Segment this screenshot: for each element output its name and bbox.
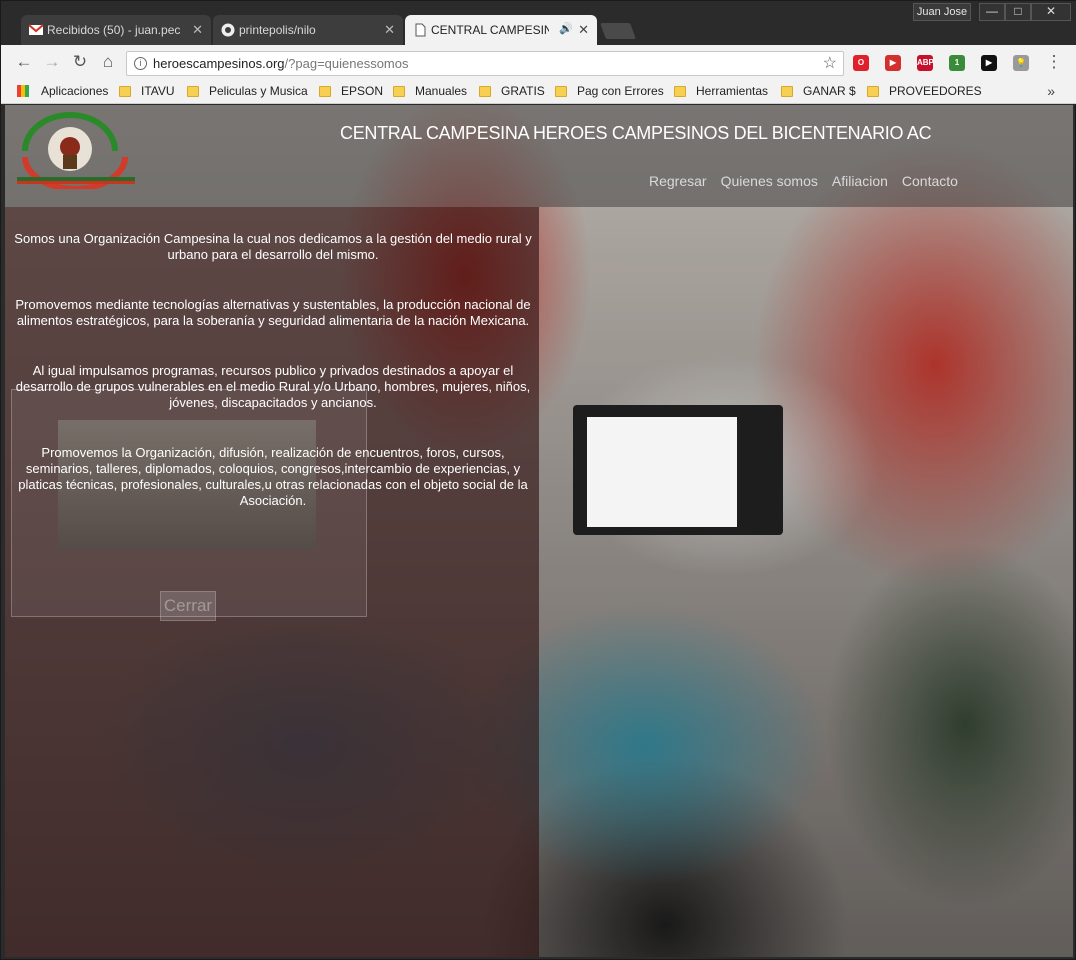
bookmark-gratis[interactable]: GRATIS [479,84,545,98]
bookmark-proveedores[interactable]: PROVEEDORES [867,84,982,98]
nav-quienes-somos[interactable]: Quienes somos [721,173,818,189]
bookmark-peliculas[interactable]: Peliculas y Musica [187,84,308,98]
about-paragraph-3: Al igual impulsamos programas, recursos … [15,363,531,410]
folder-icon [187,85,199,97]
browser-window: Recibidos (50) - juan.pec ✕ printepolis/… [0,0,1076,960]
github-icon [221,23,235,37]
opera-icon[interactable]: O [853,55,869,71]
folder-icon [867,85,879,97]
bookmark-manuales[interactable]: Manuales [393,84,467,98]
bookmark-herramientas[interactable]: Herramientas [674,84,768,98]
gmail-icon [29,24,43,35]
browser-toolbar: ← → ↻ ⌂ i heroescampesinos.org/?pag=quie… [1,45,1076,81]
tab-label: printepolis/nilo [239,23,316,37]
monitor-photo-detail [573,405,783,535]
bookmark-epson[interactable]: EPSON [319,84,383,98]
folder-icon [674,85,686,97]
reload-button[interactable]: ↻ [69,51,91,73]
bulb-icon[interactable]: 💡 [1013,55,1029,71]
tab-github[interactable]: printepolis/nilo ✕ [213,15,403,45]
bookmark-aplicaciones[interactable]: Aplicaciones [17,84,108,98]
more-bookmarks-icon[interactable]: » [1047,83,1055,99]
tab-central-campesina[interactable]: CENTRAL CAMPESINA 🔊 ✕ [405,15,597,45]
bookmark-ganar[interactable]: GANAR $ [781,84,856,98]
minimize-button[interactable]: — [979,3,1005,21]
site-title: CENTRAL CAMPESINA HEROES CAMPESINOS DEL … [340,123,932,143]
close-button[interactable]: Cerrar [160,591,216,621]
tab-label: Recibidos (50) - juan.pec [47,23,181,37]
about-paragraph-1: Somos una Organización Campesina la cual… [14,231,532,262]
tab-label: CENTRAL CAMPESINA [431,23,549,37]
forward-button[interactable]: → [41,51,63,73]
nav-regresar[interactable]: Regresar [649,173,707,189]
close-tab-icon[interactable]: ✕ [192,22,203,38]
folder-icon [393,85,405,97]
recorder-icon[interactable]: ▶ [885,55,901,71]
youtube-icon[interactable]: ▶ [981,55,997,71]
folder-icon [319,85,331,97]
url-path: /?pag=quienessomos [284,56,409,71]
bookmark-star-icon[interactable]: ☆ [823,52,837,75]
page-icon [415,23,426,37]
folder-icon [781,85,793,97]
close-tab-icon[interactable]: ✕ [384,22,395,38]
bookmark-itavu[interactable]: ITAVU [119,84,175,98]
profile-button[interactable]: Juan Jose [913,3,971,21]
adblock-icon[interactable]: ABP [917,55,934,71]
tab-gmail[interactable]: Recibidos (50) - juan.pec ✕ [21,15,211,45]
nav-afiliacion[interactable]: Afiliacion [832,173,888,189]
site-nav: Regresar Quienes somos Afiliacion Contac… [649,173,958,189]
back-button[interactable]: ← [13,51,35,73]
about-panel: Cerrar Somos una Organización Campesina … [5,207,539,957]
site-header: CENTRAL CAMPESINA HEROES CAMPESINOS DEL … [5,105,1073,207]
about-paragraph-4: Promovemos la Organización, difusión, re… [18,445,528,508]
folder-icon [119,85,131,97]
about-paragraph-2: Promovemos mediante tecnologías alternat… [15,297,531,328]
web-page: CENTRAL CAMPESINA HEROES CAMPESINOS DEL … [5,105,1073,957]
speaker-icon[interactable]: 🔊 [559,22,573,35]
colorful-icon[interactable]: 1 [949,55,965,71]
folder-icon [555,85,567,97]
nav-contacto[interactable]: Contacto [902,173,958,189]
organization-logo[interactable] [15,111,139,189]
url-domain: heroescampesinos.org [153,56,285,71]
close-tab-icon[interactable]: ✕ [578,22,589,38]
folder-icon [479,85,491,97]
chrome-menu-icon[interactable]: ⋮ [1043,51,1065,73]
home-button[interactable]: ⌂ [97,51,119,73]
address-bar[interactable]: i heroescampesinos.org/?pag=quienessomos… [126,51,844,76]
close-window-button[interactable]: ✕ [1031,3,1071,21]
tab-strip: Recibidos (50) - juan.pec ✕ printepolis/… [1,1,1076,45]
info-icon[interactable]: i [134,57,147,70]
bookmark-pag-con-errores[interactable]: Pag con Errores [555,84,664,98]
bookmarks-bar: Aplicaciones ITAVU Peliculas y Musica EP… [1,81,1076,104]
new-tab-button[interactable] [600,23,636,39]
apps-icon [17,85,29,97]
restore-button[interactable]: □ [1005,3,1031,21]
